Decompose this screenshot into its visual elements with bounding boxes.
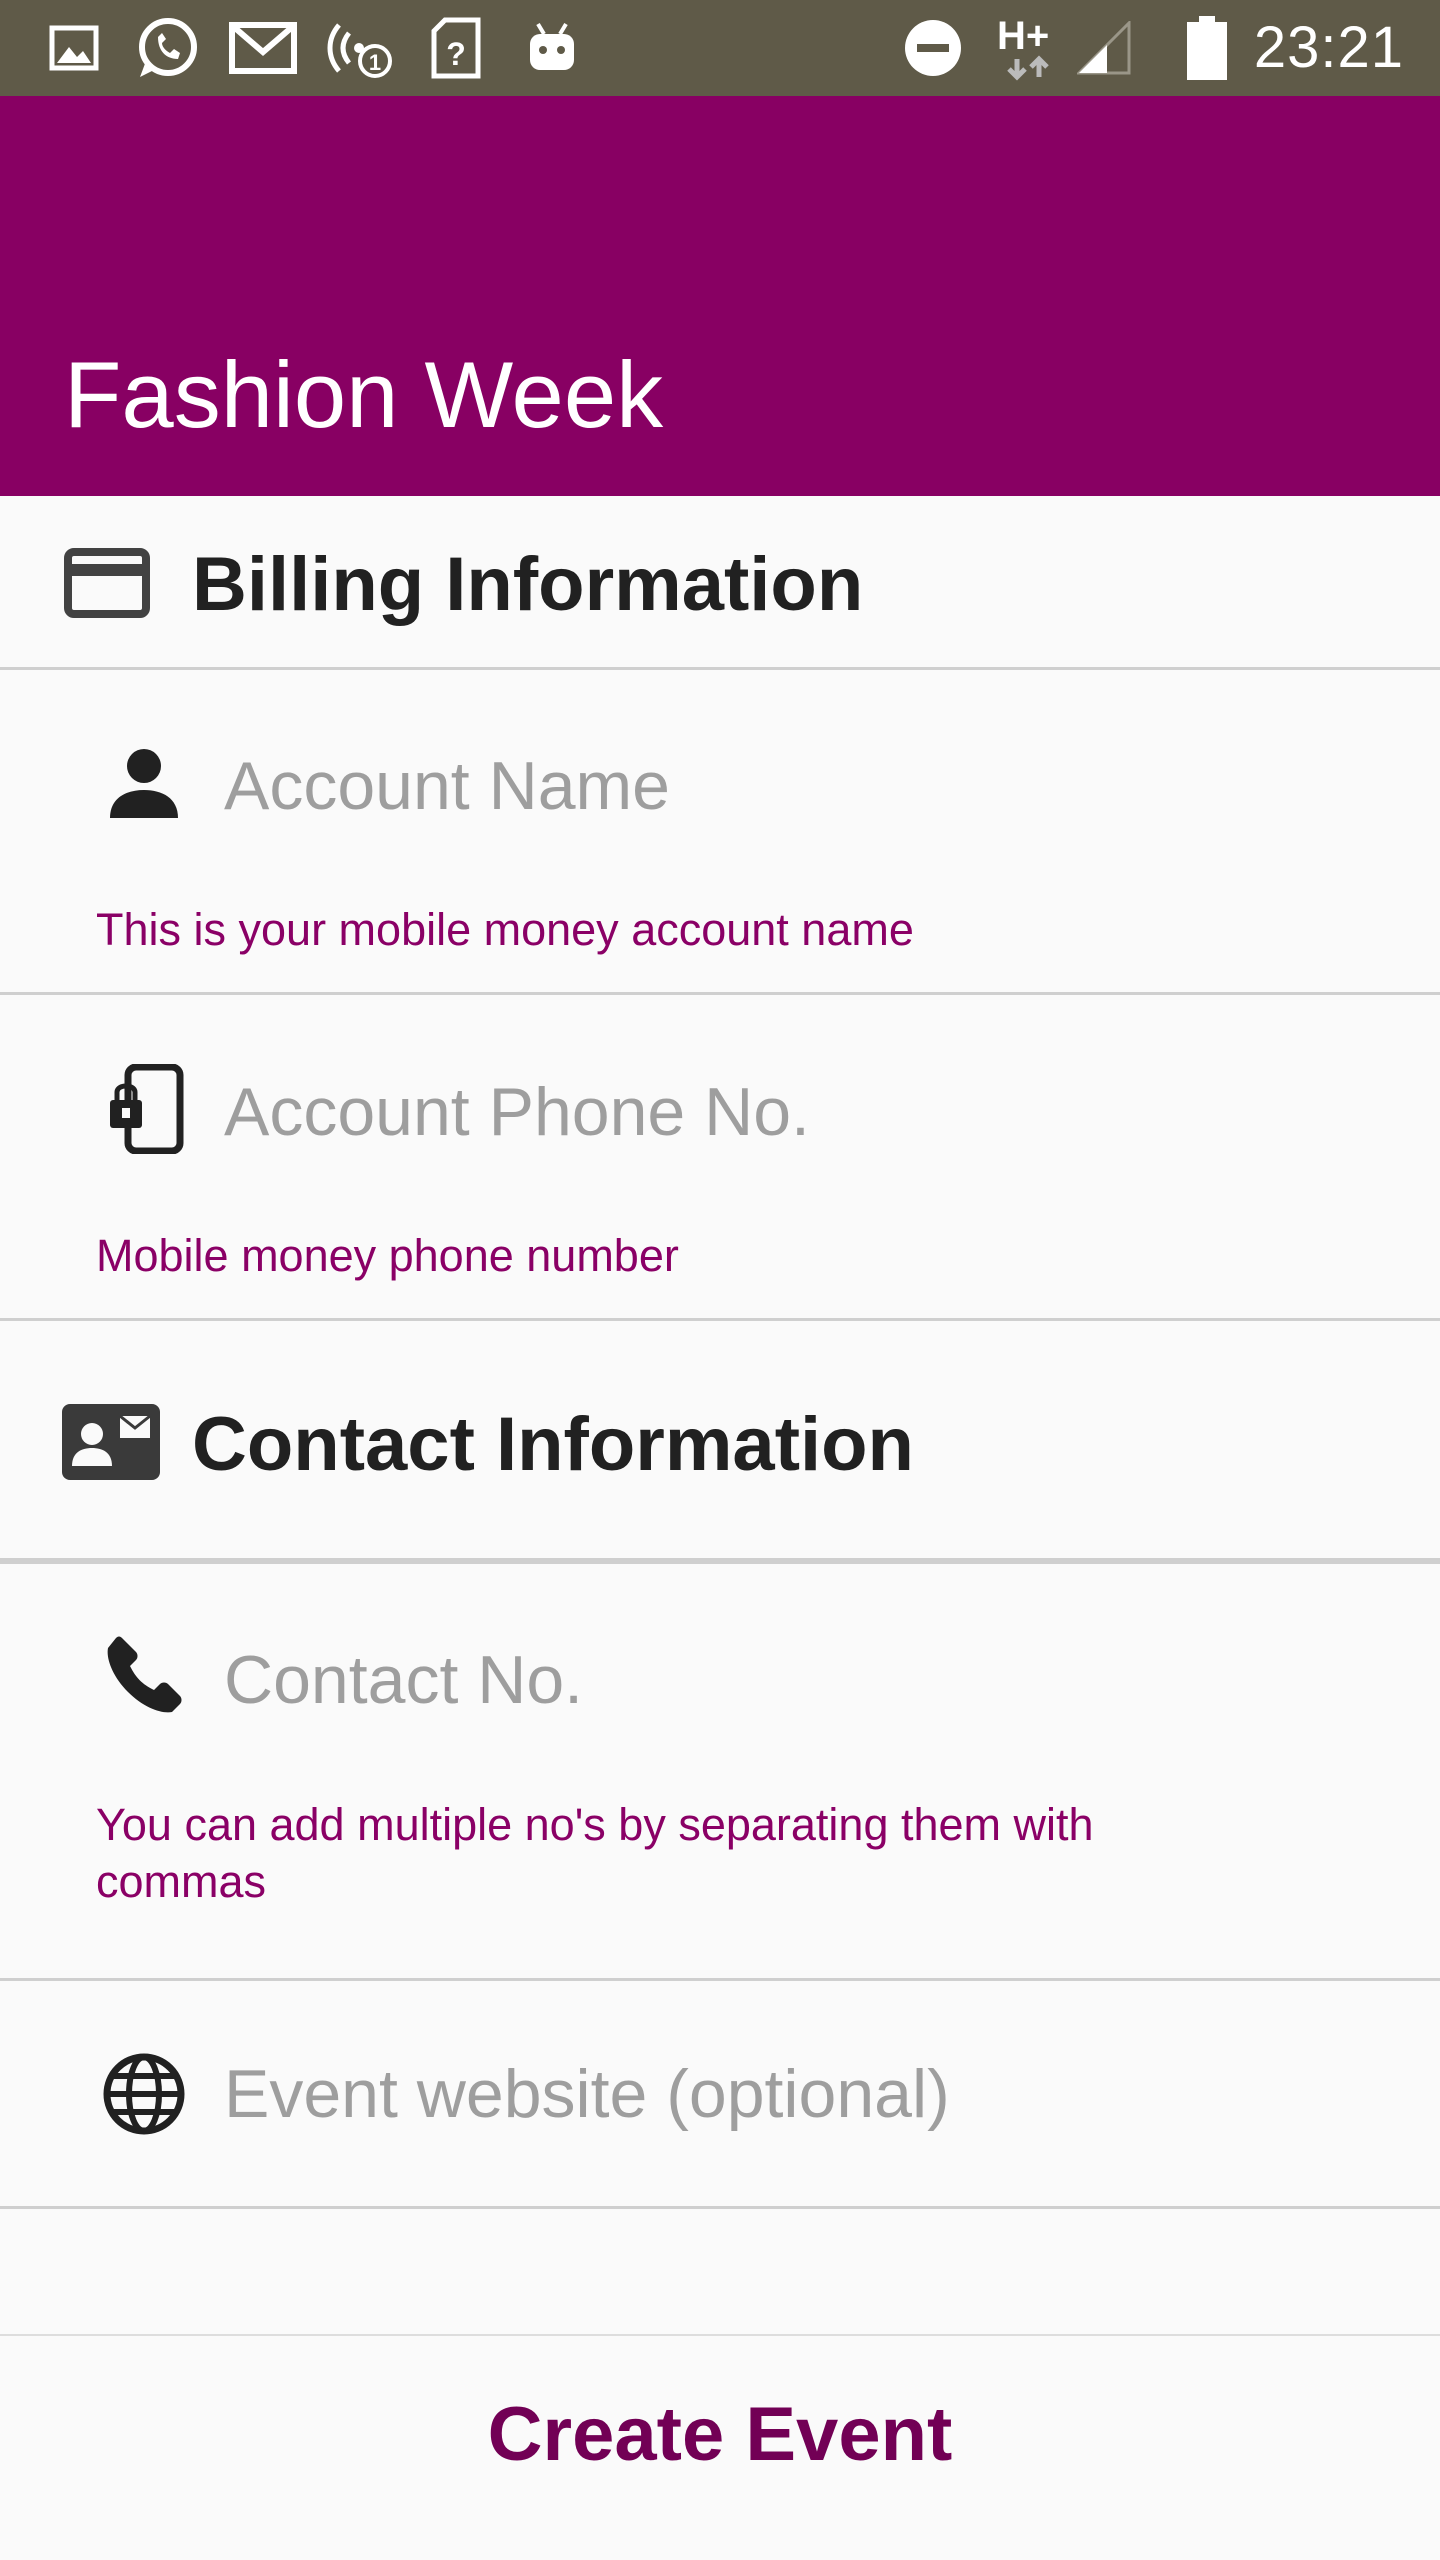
contact-card-icon — [62, 1404, 160, 1485]
android-icon — [522, 18, 582, 78]
svg-text:?: ? — [446, 36, 466, 72]
gmail-icon — [228, 18, 298, 78]
account-phone-input[interactable] — [224, 1062, 1344, 1162]
app-bar: Fashion Week — [0, 96, 1440, 496]
person-icon — [100, 746, 188, 823]
account-name-helper: This is your mobile money account name — [96, 904, 914, 955]
credit-card-icon — [64, 548, 150, 623]
divider — [0, 667, 1440, 670]
phone-icon — [104, 1634, 184, 1719]
gallery-icon — [44, 18, 104, 78]
do-not-disturb-icon — [900, 18, 966, 78]
contact-no-input[interactable] — [224, 1630, 1344, 1730]
billing-section-header: Billing Information — [0, 530, 1440, 640]
divider — [0, 1318, 1440, 1321]
contact-no-helper: You can add multiple no's by separating … — [96, 1799, 1094, 1907]
svg-text:1: 1 — [369, 50, 381, 75]
sim-unknown-icon: ? — [428, 17, 484, 79]
status-bar: 1 ? H+ 23:21 — [0, 0, 1440, 96]
divider — [0, 1558, 1440, 1564]
account-phone-helper: Mobile money phone number — [96, 1230, 679, 1281]
battery-icon — [1182, 16, 1232, 80]
event-website-input[interactable] — [224, 2044, 1344, 2144]
clock: 23:21 — [1253, 15, 1404, 80]
network-icon: H+ — [994, 15, 1066, 81]
phone-lock-icon — [108, 1063, 184, 1159]
svg-text:H+: H+ — [997, 15, 1049, 58]
create-event-button[interactable]: Create Event — [0, 2336, 1440, 2532]
contact-section-title: Contact Information — [192, 1402, 914, 1487]
wireless-alert-icon: 1 — [324, 18, 396, 78]
account-name-input[interactable] — [224, 736, 1344, 836]
divider — [0, 992, 1440, 995]
page-title: Fashion Week — [64, 342, 664, 447]
contact-section-header: Contact Information — [0, 1390, 1440, 1500]
signal-icon — [1076, 18, 1132, 78]
divider — [0, 1978, 1440, 1981]
globe-icon — [102, 2052, 186, 2141]
divider — [0, 2206, 1440, 2209]
billing-section-title: Billing Information — [192, 542, 864, 627]
whatsapp-icon — [132, 18, 202, 78]
